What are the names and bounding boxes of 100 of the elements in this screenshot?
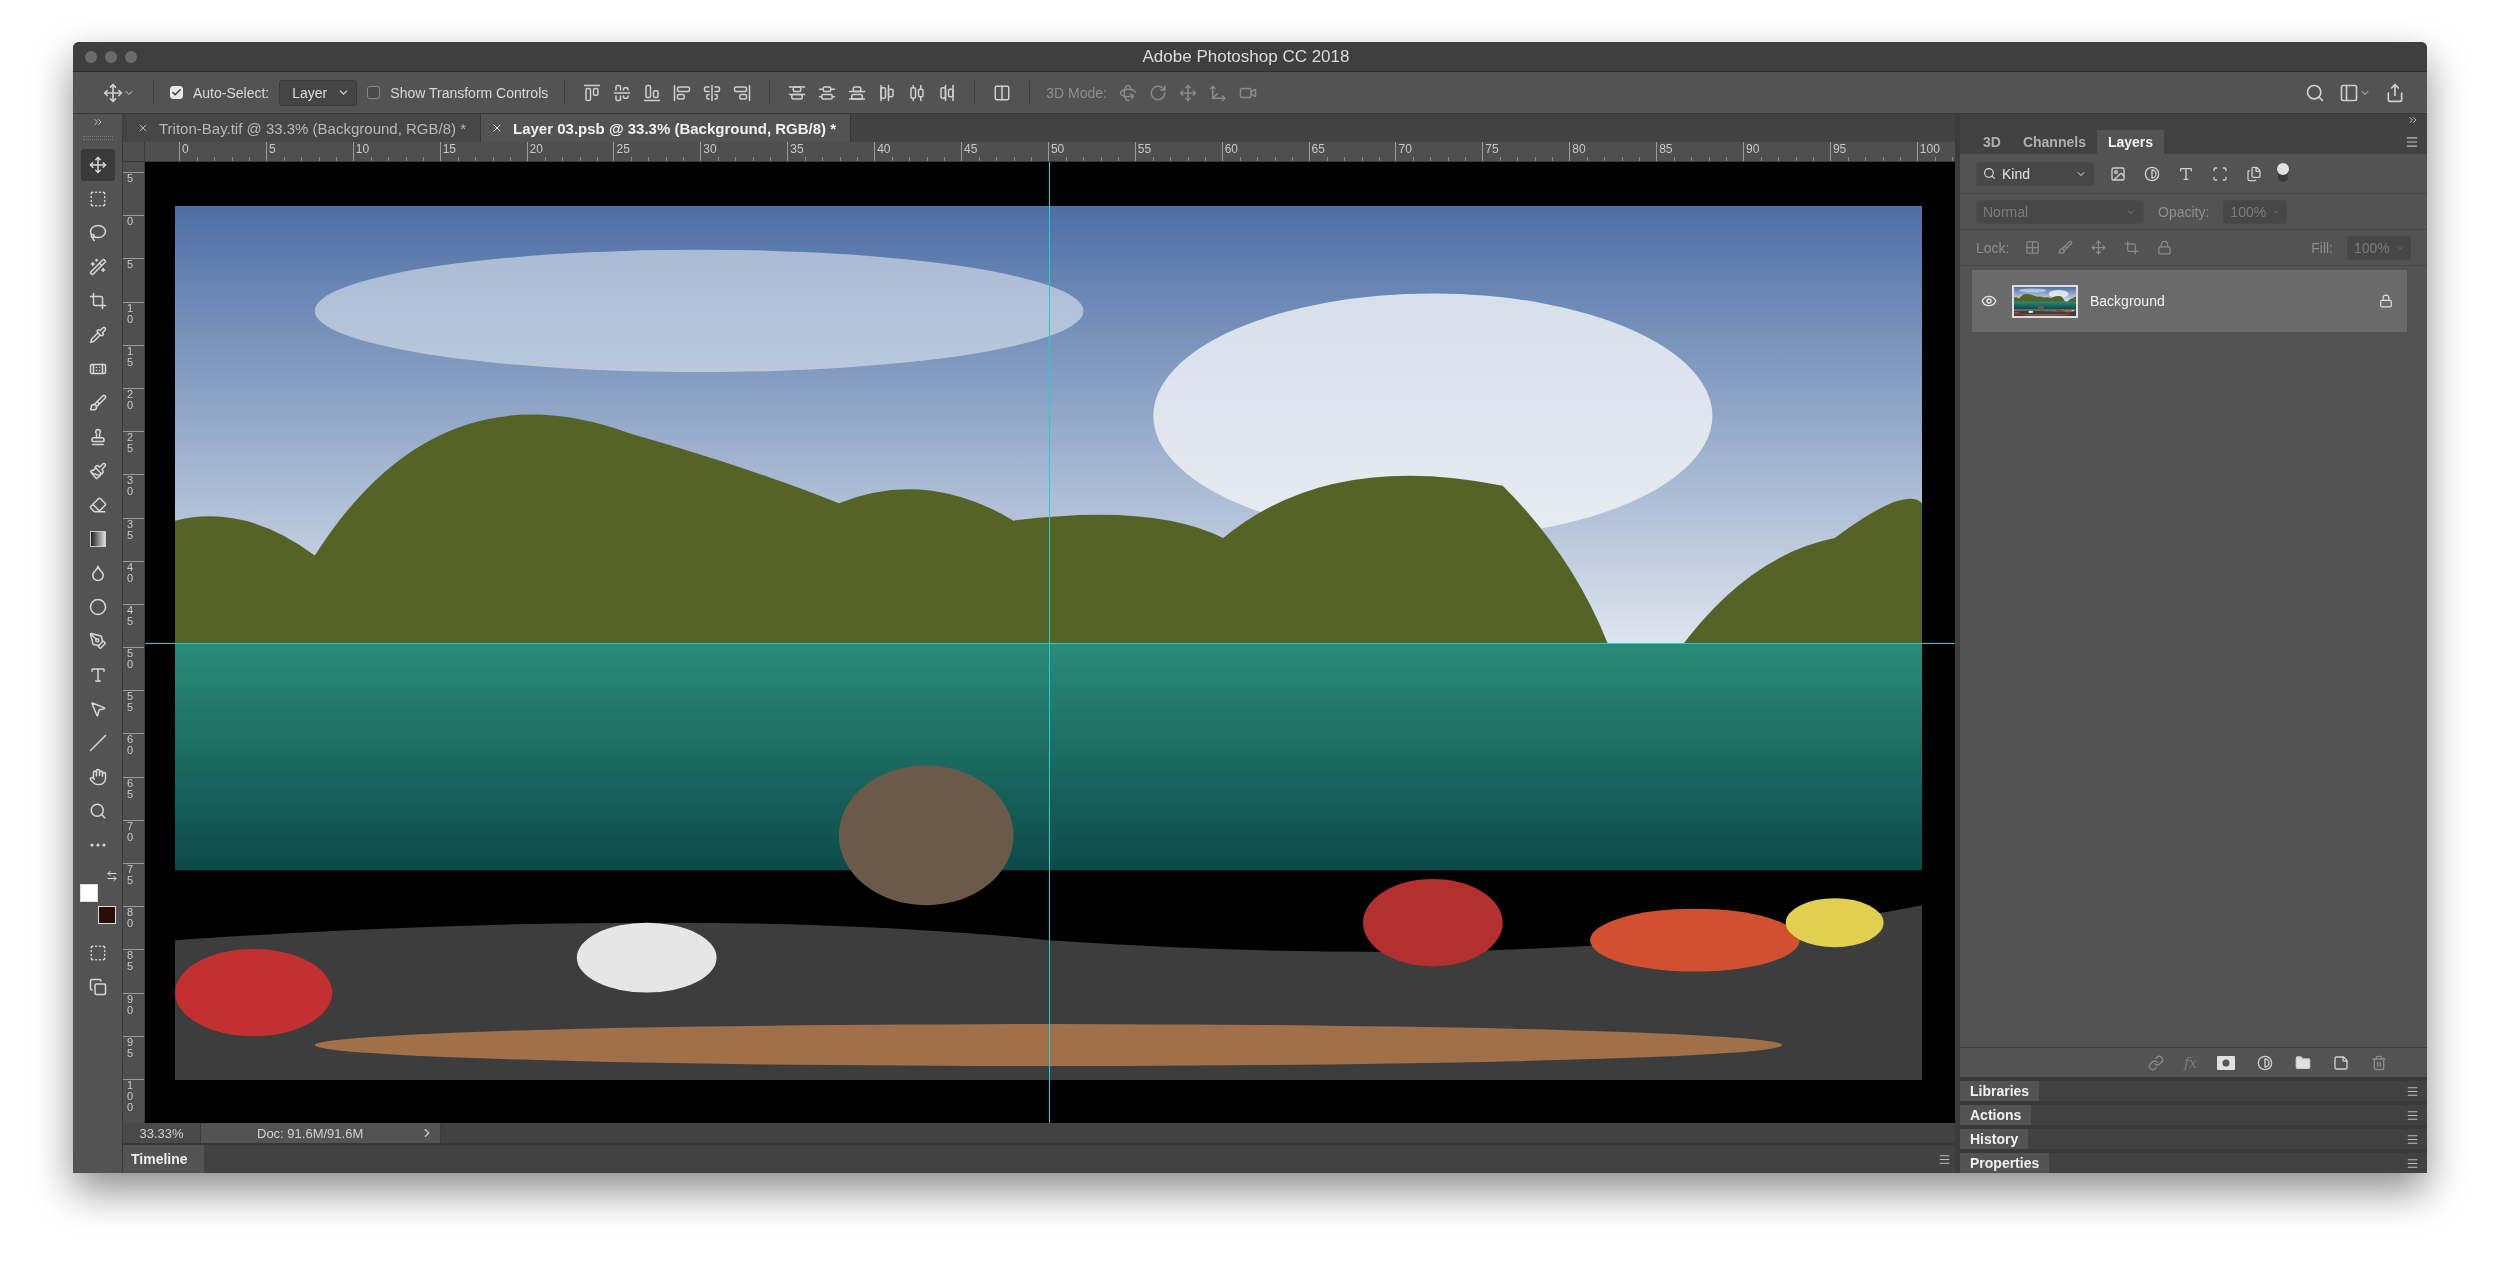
- type-icon: [88, 666, 107, 684]
- ruler-label: 65: [1310, 142, 1325, 156]
- dodge-icon: [88, 598, 107, 616]
- ruler-label: 40: [876, 142, 891, 156]
- background-color-swatch[interactable]: [97, 906, 116, 924]
- ruler-label: 75: [1484, 142, 1499, 156]
- brush-icon: [88, 394, 107, 412]
- ruler-label: 95: [127, 1036, 135, 1059]
- auto-select-checkbox[interactable]: [170, 86, 183, 99]
- ruler-label: 10: [127, 302, 135, 325]
- ruler-label: 40: [127, 561, 135, 584]
- filter-toggle[interactable]: [2278, 165, 2288, 182]
- lasso-icon: [88, 224, 107, 242]
- quickselect-icon: [88, 258, 107, 276]
- transform-controls-label: Show Transform Controls: [390, 84, 549, 101]
- stacked-squares-icon: [88, 978, 107, 996]
- ruler-label: 15: [127, 345, 135, 368]
- checkmark-icon: [171, 87, 182, 98]
- hand-icon: [88, 768, 107, 786]
- ruler-label: 25: [615, 142, 630, 156]
- panel-tab[interactable]: Layers: [2096, 130, 2165, 154]
- ruler-label: 30: [702, 142, 717, 156]
- ruler-label: 15: [441, 142, 457, 156]
- layer-row[interactable]: Background: [1972, 270, 2407, 332]
- ruler-label: 55: [1136, 142, 1152, 156]
- ruler-label: 80: [1571, 142, 1586, 156]
- document-tab[interactable]: Layer 03.psb @ 33.3% (Background, RGB/8) *: [481, 114, 852, 142]
- auto-select-label: Auto-Select:: [193, 84, 270, 101]
- panel-tab[interactable]: Channels: [2011, 130, 2097, 154]
- move-tool-button[interactable]: [80, 149, 115, 181]
- transform-controls-checkbox[interactable]: [367, 86, 381, 99]
- ruler-label: 50: [1049, 142, 1065, 156]
- opacity-label: Opacity:: [2158, 203, 2210, 220]
- ruler-label: 45: [127, 604, 135, 627]
- ruler-label: 35: [127, 518, 135, 541]
- ruler-label: 60: [1223, 142, 1239, 156]
- panel-tab[interactable]: Properties: [1960, 1153, 2050, 1173]
- menu-icon[interactable]: [2406, 1156, 2419, 1170]
- menu-icon[interactable]: [2406, 1084, 2419, 1098]
- close-icon[interactable]: [137, 122, 149, 134]
- 3d-mode-label: 3D Mode:: [1046, 84, 1107, 101]
- ruler-label: 20: [127, 388, 135, 411]
- ruler-label: 90: [127, 993, 135, 1016]
- ruler-label: 5: [127, 173, 135, 184]
- pathselect-icon: [88, 700, 107, 718]
- menu-icon[interactable]: [2405, 135, 2419, 149]
- panel-icon: [2339, 82, 2359, 103]
- ruler-label: 5: [267, 142, 276, 156]
- layer-thumbnail: [2012, 284, 2078, 318]
- ruler-label: 95: [1831, 142, 1847, 156]
- timeline-tab[interactable]: Timeline: [123, 1145, 204, 1173]
- panel-tab[interactable]: Libraries: [1960, 1081, 2040, 1101]
- ruler-label: 0: [181, 142, 189, 156]
- zoom-icon: [88, 802, 107, 820]
- panel-tab[interactable]: Actions: [1960, 1105, 2032, 1125]
- close-icon[interactable]: [491, 122, 503, 134]
- historybrush-icon: [88, 462, 107, 480]
- ruler-label: 80: [127, 907, 135, 930]
- move-icon: [103, 82, 123, 103]
- ruler-label: 55: [127, 691, 135, 714]
- menu-icon[interactable]: [1938, 1152, 1951, 1166]
- document-tab[interactable]: Triton-Bay.tif @ 33.3% (Background, RGB/8) *: [127, 114, 481, 142]
- crop-icon: [88, 292, 107, 310]
- ruler-label: 10: [354, 142, 370, 156]
- panel-tab[interactable]: History: [1960, 1129, 2029, 1149]
- ruler-label: 35: [789, 142, 804, 156]
- ruler-label: 70: [1397, 142, 1412, 156]
- ruler-label: 85: [127, 950, 135, 973]
- panel-tab[interactable]: 3D: [1972, 130, 2012, 154]
- layer-filter-dropdown[interactable]: Kind: [1976, 161, 2094, 186]
- lock-label: Lock:: [1976, 239, 2010, 256]
- move-icon: [88, 156, 107, 174]
- window-title: Adobe Photoshop CC 2018: [1141, 46, 1351, 67]
- ruler-label: 5: [127, 259, 135, 271]
- collapse-icon[interactable]: [2407, 114, 2419, 126]
- auto-select-dropdown[interactable]: Layer: [279, 79, 358, 106]
- filter-value: Kind: [2002, 165, 2032, 182]
- ruler-label: 0: [127, 216, 135, 228]
- ruler-label: 100: [1918, 142, 1940, 156]
- ruler-label: 45: [963, 142, 978, 156]
- ruler-label: 20: [528, 142, 543, 156]
- more-icon: [89, 843, 106, 847]
- ruler-label: 70: [127, 820, 135, 843]
- eraser-icon: [88, 496, 107, 514]
- eye-icon[interactable]: [1981, 293, 1997, 309]
- layer-name: Background: [2090, 293, 2166, 309]
- mask-icon[interactable]: [2215, 1053, 2237, 1072]
- expand-icon[interactable]: [91, 116, 104, 128]
- ruler-label: 90: [1745, 142, 1760, 156]
- foreground-color-swatch[interactable]: [79, 884, 98, 902]
- stamp-icon: [88, 428, 107, 446]
- ruler-label: 85: [1658, 142, 1673, 156]
- ruler-label: 100: [127, 1079, 135, 1113]
- swap-colors-icon[interactable]: [105, 870, 118, 882]
- search-icon: [1983, 167, 1996, 180]
- menu-icon[interactable]: [2406, 1132, 2419, 1146]
- menu-icon[interactable]: [2406, 1108, 2419, 1122]
- ruler-label: 30: [127, 475, 135, 498]
- line-icon: [88, 734, 107, 752]
- marquee-icon: [88, 190, 107, 208]
